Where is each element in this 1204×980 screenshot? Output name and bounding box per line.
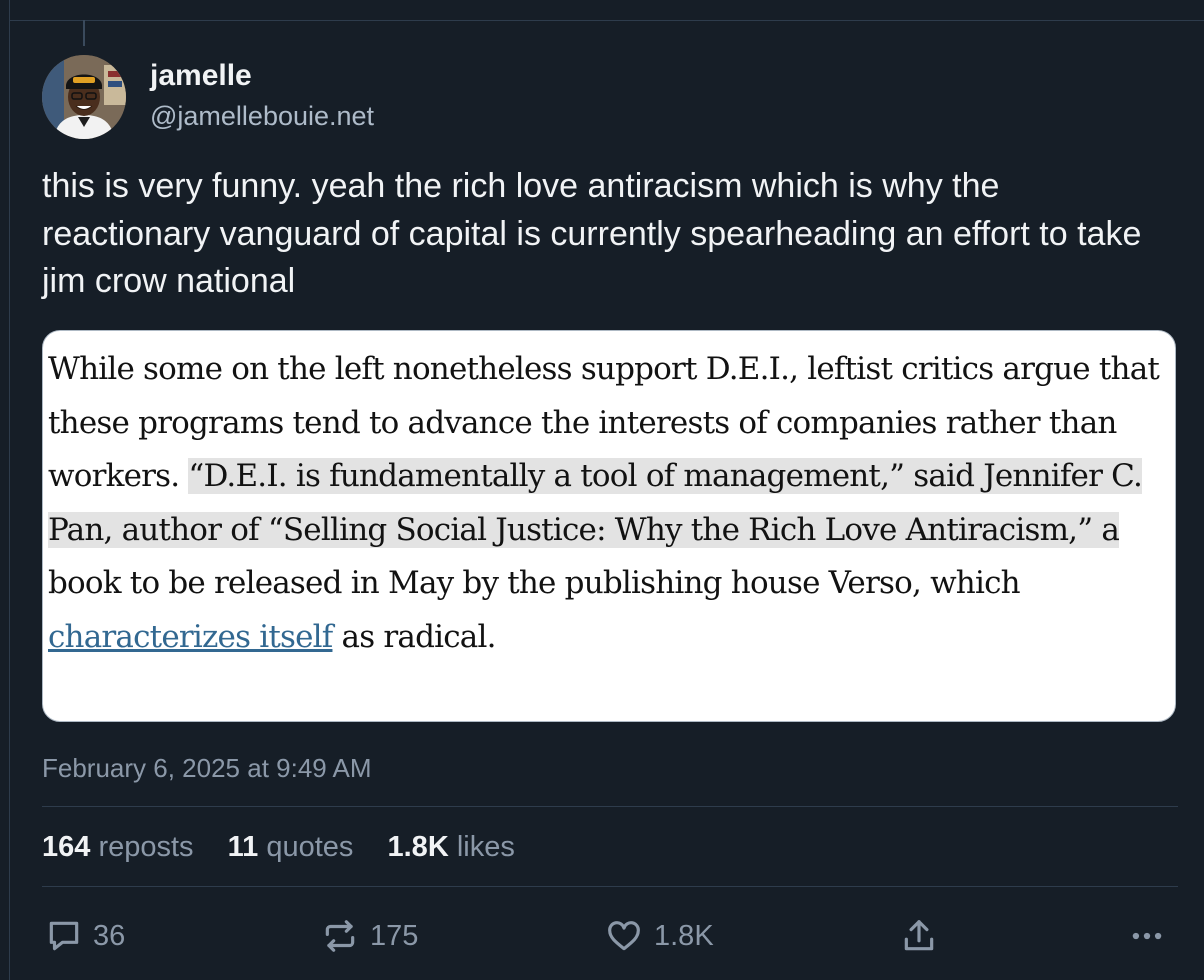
repost-icon [320,917,360,955]
likes-label: likes [456,831,515,863]
quotes-stat[interactable]: 11 quotes [228,831,354,863]
repost-count: 175 [370,919,419,952]
reply-count: 36 [93,919,126,952]
likes-count: 1.8K [387,831,449,863]
more-options-button[interactable] [1128,910,1166,962]
action-bar: 36 175 1.8K [0,910,1204,962]
author-handle[interactable]: @jamellebouie.net [150,99,374,133]
reply-button[interactable]: 36 [45,910,125,962]
post-image[interactable]: While some on the left nonetheless suppo… [42,330,1176,722]
thread-frame-top [9,20,1204,21]
thread-connector-line [83,20,85,46]
reply-icon [45,917,83,955]
avatar[interactable] [42,55,126,139]
reposts-label: reposts [98,831,194,863]
more-icon [1128,917,1166,955]
quote-link: characterizes itself [48,618,333,655]
quote-highlight: “D.E.I. is fundamentally a tool of manag… [48,458,1143,548]
quoted-article-text: While some on the left nonetheless suppo… [48,343,1168,664]
quotes-count: 11 [227,831,259,863]
engagement-stats: 164 reposts 11 quotes 1.8K likes [42,829,541,865]
share-button[interactable] [900,910,938,962]
avatar-photo [42,55,126,139]
divider-bottom [42,886,1178,887]
repost-button[interactable]: 175 [320,910,418,962]
share-icon [900,917,938,955]
author-display-name[interactable]: jamelle [150,58,252,94]
post-timestamp: February 6, 2025 at 9:49 AM [42,753,372,783]
like-count: 1.8K [654,919,714,952]
quote-text-part-2: book to be released in May by the publis… [48,565,1021,601]
quote-text-part-3: as radical. [332,618,497,655]
post-text: this is very funny. yeah the rich love a… [42,167,1142,300]
likes-stat[interactable]: 1.8K likes [388,831,515,863]
heart-icon [604,917,644,955]
divider-top [42,806,1178,807]
reposts-stat[interactable]: 164 reposts [42,831,194,863]
like-button[interactable]: 1.8K [604,910,714,962]
reposts-count: 164 [42,831,91,863]
quotes-label: quotes [266,831,354,863]
thread-frame-left [9,0,10,980]
